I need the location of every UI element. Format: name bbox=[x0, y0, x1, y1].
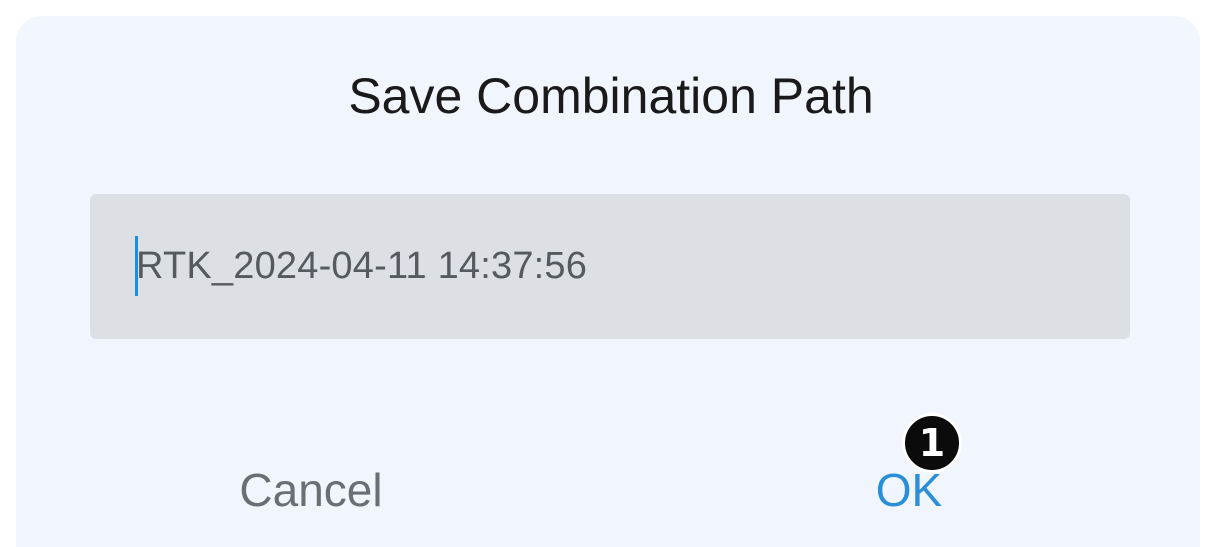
dialog-title: Save Combination Path bbox=[348, 68, 874, 124]
save-combination-path-dialog: Save Combination Path RTK_2024-04-11 14:… bbox=[16, 16, 1200, 547]
path-name-input[interactable]: RTK_2024-04-11 14:37:56 bbox=[90, 194, 1130, 339]
cancel-button[interactable]: Cancel bbox=[216, 462, 406, 518]
step-number-badge: 1 bbox=[902, 413, 962, 473]
text-caret bbox=[135, 236, 138, 296]
path-name-value: RTK_2024-04-11 14:37:56 bbox=[136, 245, 588, 287]
